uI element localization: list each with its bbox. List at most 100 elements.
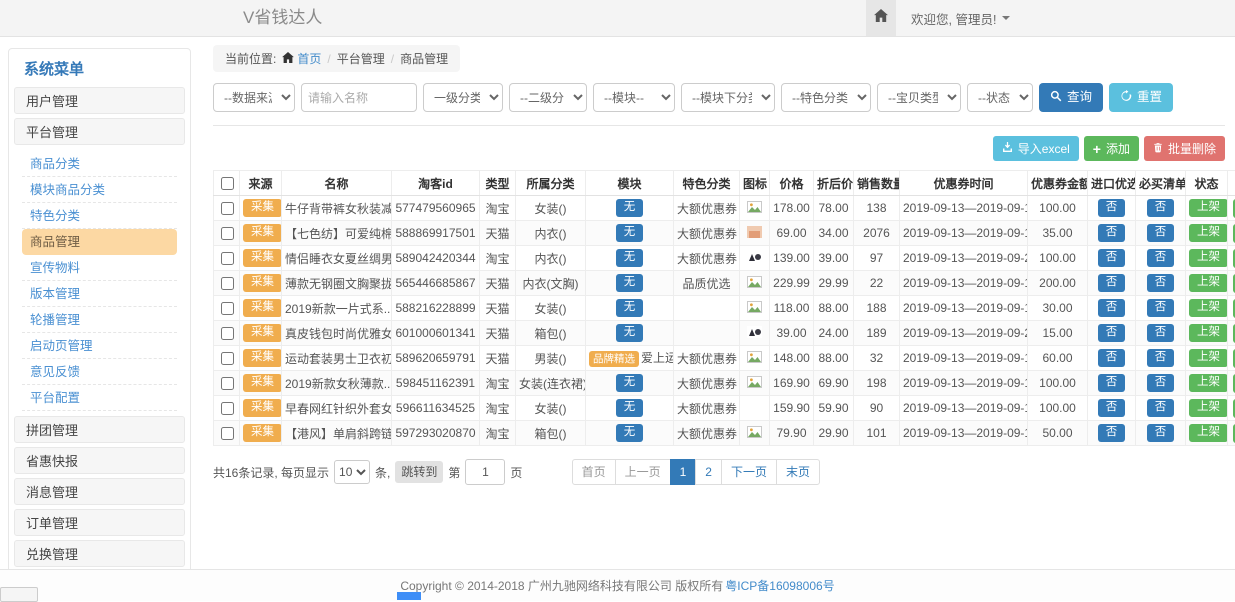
pager-prev-button[interactable]: 上一页: [615, 459, 671, 485]
status-badge[interactable]: 上架: [1189, 249, 1228, 267]
status-badge[interactable]: 上架: [1189, 274, 1228, 292]
filter-select-6[interactable]: --宝贝类型--: [877, 83, 961, 112]
reset-button[interactable]: 重置: [1109, 83, 1173, 112]
pager-next-button[interactable]: 下一页: [721, 459, 777, 485]
batch-delete-button[interactable]: 批量删除: [1144, 136, 1225, 161]
must-buy-badge[interactable]: 否: [1147, 249, 1175, 267]
page-number-input[interactable]: [465, 459, 505, 485]
row-checkbox[interactable]: [221, 427, 234, 440]
sidebar-subitem[interactable]: 启动页管理: [22, 333, 177, 359]
row-checkbox[interactable]: [221, 202, 234, 215]
status-badge[interactable]: 上架: [1189, 374, 1228, 392]
import-excel-button[interactable]: 导入excel: [993, 136, 1079, 161]
search-button[interactable]: 查询: [1039, 83, 1103, 112]
add-button[interactable]: + 添加: [1084, 136, 1139, 161]
sidebar-subitem[interactable]: 平台配置: [22, 385, 177, 411]
row-checkbox[interactable]: [221, 352, 234, 365]
import-select-badge[interactable]: 否: [1098, 299, 1126, 317]
must-buy-badge[interactable]: 否: [1147, 374, 1175, 392]
sales-cell: 101: [854, 421, 900, 446]
select-all-checkbox[interactable]: [221, 177, 234, 190]
must-buy-badge[interactable]: 否: [1147, 349, 1175, 367]
must-buy-badge[interactable]: 否: [1147, 199, 1175, 217]
sidebar-section[interactable]: 订单管理: [14, 509, 185, 536]
sidebar-subitem[interactable]: 模块商品分类: [22, 177, 177, 203]
taoke-id-cell: 589620659791: [392, 346, 480, 371]
type-cell: 天猫: [480, 346, 516, 371]
category-cell: 女装(): [516, 196, 586, 221]
pager-page-2-button[interactable]: 2: [695, 459, 722, 485]
row-checkbox[interactable]: [221, 402, 234, 415]
discount-price-cell: 24.00: [814, 321, 854, 346]
per-page-select[interactable]: 10: [334, 460, 370, 484]
status-badge[interactable]: 上架: [1189, 324, 1228, 342]
filter-select-4[interactable]: --模块下分类--: [681, 83, 775, 112]
filter-select-3[interactable]: --模块--: [593, 83, 675, 112]
filter-select-2[interactable]: --二级分类--: [509, 83, 587, 112]
row-checkbox[interactable]: [221, 227, 234, 240]
filter-select-1[interactable]: 一级分类: [423, 83, 503, 112]
must-buy-badge[interactable]: 否: [1147, 224, 1175, 242]
import-select-badge[interactable]: 否: [1098, 224, 1126, 242]
status-badge[interactable]: 上架: [1189, 349, 1228, 367]
sidebar-subitem[interactable]: 版本管理: [22, 281, 177, 307]
import-select-badge[interactable]: 否: [1098, 199, 1126, 217]
status-badge[interactable]: 上架: [1189, 399, 1228, 417]
user-menu[interactable]: 欢迎您, 管理员!: [911, 9, 1010, 28]
import-select-badge[interactable]: 否: [1098, 324, 1126, 342]
import-select-badge[interactable]: 否: [1098, 274, 1126, 292]
sidebar-section[interactable]: 用户管理: [14, 87, 185, 114]
pager-first-button[interactable]: 首页: [572, 459, 616, 485]
add-button-label: 添加: [1106, 143, 1130, 155]
coupon-amount-cell: 100.00: [1028, 371, 1088, 396]
import-select-badge[interactable]: 否: [1098, 424, 1126, 442]
sidebar-subitem[interactable]: 轮播管理: [22, 307, 177, 333]
source-badge: 采集: [243, 199, 282, 217]
row-checkbox[interactable]: [221, 327, 234, 340]
sidebar-section[interactable]: 拼团管理: [14, 416, 185, 443]
status-badge[interactable]: 上架: [1189, 424, 1228, 442]
must-buy-badge[interactable]: 否: [1147, 274, 1175, 292]
must-buy-badge[interactable]: 否: [1147, 324, 1175, 342]
row-checkbox[interactable]: [221, 302, 234, 315]
status-badge[interactable]: 上架: [1189, 299, 1228, 317]
sidebar-subitem[interactable]: 特色分类: [22, 203, 177, 229]
plus-icon: +: [1093, 142, 1101, 156]
status-badge[interactable]: 上架: [1189, 199, 1228, 217]
row-checkbox[interactable]: [221, 277, 234, 290]
sidebar-subitem[interactable]: 宣传物料: [22, 255, 177, 281]
must-buy-badge[interactable]: 否: [1147, 424, 1175, 442]
jump-button[interactable]: 跳转到: [395, 461, 443, 483]
must-buy-badge[interactable]: 否: [1147, 299, 1175, 317]
row-checkbox[interactable]: [221, 252, 234, 265]
taoke-id-cell: 565446685867: [392, 271, 480, 296]
import-select-badge[interactable]: 否: [1098, 374, 1126, 392]
must-buy-badge[interactable]: 否: [1147, 399, 1175, 417]
sidebar-section[interactable]: 省惠快报: [14, 447, 185, 474]
import-select-badge[interactable]: 否: [1098, 349, 1126, 367]
icp-link[interactable]: 粤ICP备16098006号: [725, 577, 834, 594]
sidebar-section[interactable]: 消息管理: [14, 478, 185, 505]
status-badge[interactable]: 上架: [1189, 224, 1228, 242]
name-cell: 薄款无钢圈文胸聚拢性...: [282, 271, 392, 296]
sidebar-section[interactable]: 平台管理: [14, 118, 185, 145]
home-button[interactable]: [866, 0, 896, 36]
category-cell: 内衣(文胸): [516, 271, 586, 296]
sidebar-section[interactable]: 兑换管理: [14, 540, 185, 567]
sidebar-subitem[interactable]: 意见反馈: [22, 359, 177, 385]
taoke-id-cell: 598451162391: [392, 371, 480, 396]
sidebar-item-active[interactable]: 商品管理: [22, 229, 177, 255]
breadcrumb-home-link[interactable]: 首页: [297, 50, 321, 67]
filter-select-7[interactable]: --状态--: [967, 83, 1033, 112]
search-button-label: 查询: [1067, 91, 1092, 104]
pager-page-1-button[interactable]: 1: [670, 459, 697, 485]
coupon-time-cell: 2019-09-13—2019-09-20: [900, 246, 1028, 271]
filter-select-0[interactable]: --数据来源--: [213, 83, 295, 112]
pager-last-button[interactable]: 末页: [776, 459, 820, 485]
import-select-badge[interactable]: 否: [1098, 249, 1126, 267]
filter-select-5[interactable]: --特色分类--: [781, 83, 871, 112]
sidebar-subitem[interactable]: 商品分类: [22, 151, 177, 177]
row-checkbox[interactable]: [221, 377, 234, 390]
import-select-badge[interactable]: 否: [1098, 399, 1126, 417]
name-search-input[interactable]: [301, 83, 417, 112]
